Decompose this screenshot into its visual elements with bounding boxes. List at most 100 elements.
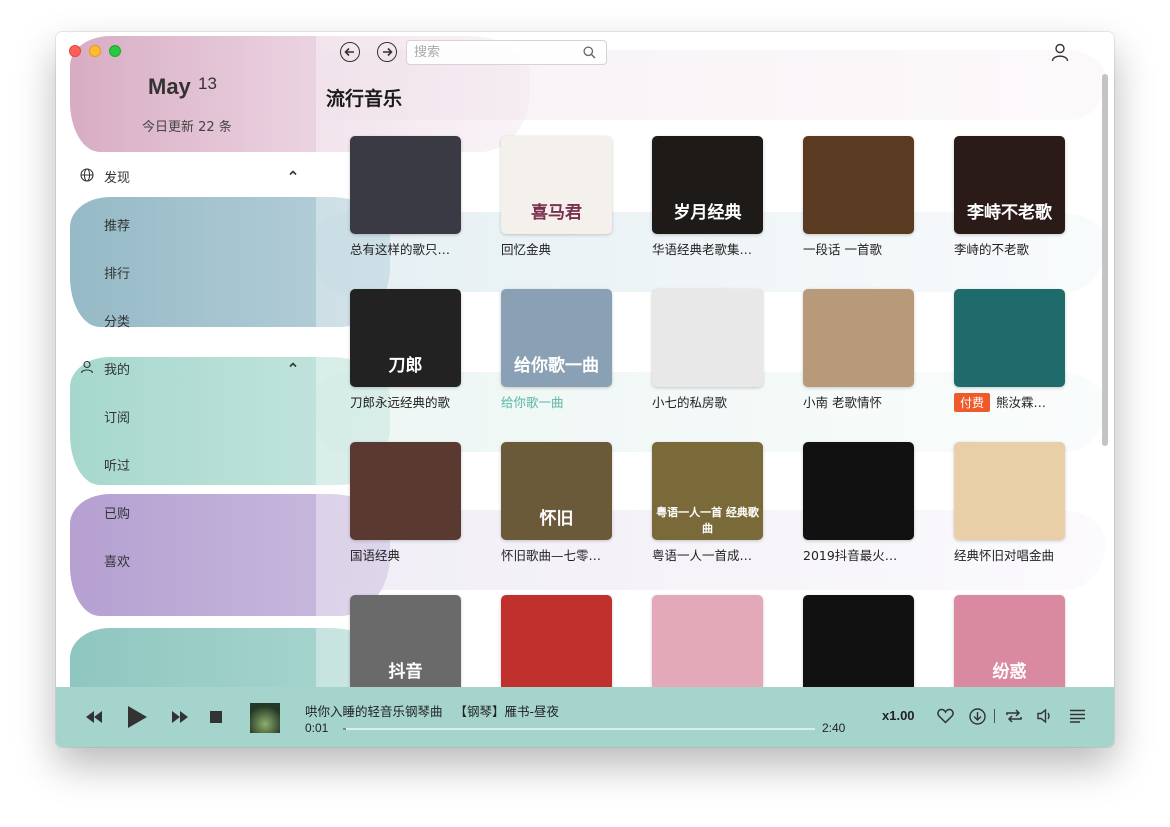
album-title[interactable]: 总有这样的歌只…	[350, 239, 470, 258]
album-cover[interactable]: 抖音	[350, 595, 461, 687]
album-cover[interactable]	[803, 289, 914, 387]
album-card[interactable]: 2019抖音最火…	[799, 432, 914, 572]
today-update-count: 今日更新 22 条	[142, 120, 232, 135]
sidebar-section-label: 我的	[104, 363, 131, 378]
album-card[interactable]: 总有这样的歌只…	[346, 126, 461, 266]
download-icon[interactable]	[969, 708, 986, 725]
album-title[interactable]: 粤语一人一首成…	[652, 545, 772, 564]
album-cover[interactable]	[954, 442, 1065, 540]
album-cover[interactable]	[803, 442, 914, 540]
volume-icon[interactable]	[1036, 708, 1054, 724]
stop-icon[interactable]	[210, 711, 222, 723]
album-title[interactable]: 小南 老歌情怀	[803, 392, 923, 411]
album-title[interactable]: 2019抖音最火…	[803, 545, 923, 564]
previous-track-icon[interactable]	[84, 710, 104, 724]
album-cover[interactable]: 李峙不老歌	[954, 136, 1065, 234]
album-cover[interactable]	[501, 595, 612, 687]
album-card[interactable]: 付费 熊汝霖…	[950, 279, 1065, 419]
album-card[interactable]: 怀旧 怀旧歌曲—七零…	[497, 432, 612, 572]
repeat-icon[interactable]	[1005, 708, 1023, 724]
search-input[interactable]	[414, 44, 574, 61]
minimize-window-button[interactable]	[89, 45, 101, 57]
track-subtitle: 【钢琴】雁书-昼夜	[454, 704, 559, 719]
album-cover[interactable]	[803, 595, 914, 687]
album-card[interactable]: 岁月经典 华语经典老歌集…	[648, 126, 763, 266]
album-cover-text: 刀郎	[388, 356, 423, 376]
album-cover[interactable]: 怀旧	[501, 442, 612, 540]
album-title[interactable]: 付费 熊汝霖…	[954, 392, 1074, 412]
album-cover[interactable]: 纷惑	[954, 595, 1065, 687]
album-card[interactable]: 刀郎刀郎永远经典的歌	[346, 279, 461, 419]
album-cover[interactable]	[652, 595, 763, 687]
sidebar-section-discover[interactable]: 发现	[56, 160, 316, 190]
album-card[interactable]: 粤语一人一首 经典歌曲 粤语一人一首成…	[648, 432, 763, 572]
search-icon[interactable]	[583, 46, 596, 59]
album-title[interactable]: 经典怀旧对唱金曲	[954, 545, 1074, 564]
progress-bar[interactable]	[343, 728, 815, 730]
album-card[interactable]	[799, 585, 914, 687]
album-cover[interactable]	[954, 289, 1065, 387]
sidebar-item-ranking[interactable]: 排行	[56, 256, 316, 286]
playlist-icon[interactable]	[1069, 709, 1086, 723]
chevron-up-icon[interactable]	[288, 168, 298, 178]
chevron-up-icon[interactable]	[288, 360, 298, 370]
sidebar-item-label: 排行	[104, 267, 131, 282]
album-card[interactable]: 小七的私房歌	[648, 279, 763, 419]
heart-icon[interactable]	[937, 708, 954, 724]
album-title[interactable]: 华语经典老歌集…	[652, 239, 772, 258]
album-title[interactable]: 李峙的不老歌	[954, 239, 1074, 258]
album-title[interactable]: 国语经典	[350, 545, 470, 564]
album-cover[interactable]	[350, 442, 461, 540]
album-title[interactable]: 给你歌一曲	[501, 392, 621, 411]
sidebar-item-category[interactable]: 分类	[56, 304, 316, 334]
paid-badge: 付费	[954, 393, 991, 412]
album-card[interactable]: 纷惑	[950, 585, 1065, 687]
sidebar-item-subscribed[interactable]: 订阅	[56, 400, 316, 430]
album-card[interactable]	[497, 585, 612, 687]
album-cover[interactable]: 岁月经典	[652, 136, 763, 234]
album-card[interactable]	[648, 585, 763, 687]
forward-button[interactable]	[377, 42, 397, 62]
sidebar-item-history[interactable]: 听过	[56, 448, 316, 478]
album-card[interactable]: 李峙不老歌 李峙的不老歌	[950, 126, 1065, 266]
playback-speed[interactable]: x1.00	[882, 708, 915, 723]
player-bar: 哄你入睡的轻音乐钢琴曲 【钢琴】雁书-昼夜 0:01 2:40 x1.00	[56, 687, 1114, 747]
album-cover[interactable]: 刀郎	[350, 289, 461, 387]
next-track-icon[interactable]	[170, 710, 190, 724]
album-cover[interactable]: 粤语一人一首 经典歌曲	[652, 442, 763, 540]
album-card[interactable]: 给你歌一曲 给你歌一曲	[497, 279, 612, 419]
sidebar-section-mine[interactable]: 我的	[56, 352, 316, 382]
album-cover[interactable]: 喜马君	[501, 136, 612, 234]
sidebar-item-liked[interactable]: 喜欢	[56, 544, 316, 574]
track-thumbnail[interactable]	[250, 703, 280, 733]
album-cover[interactable]	[652, 289, 763, 387]
album-title[interactable]: 小七的私房歌	[652, 392, 772, 411]
album-card[interactable]: 抖音	[346, 585, 461, 687]
album-cover[interactable]: 给你歌一曲	[501, 289, 612, 387]
sidebar-item-label: 分类	[104, 315, 131, 330]
album-title-text: 刀郎永远经典的歌	[350, 395, 451, 410]
album-card[interactable]: 经典怀旧对唱金曲	[950, 432, 1065, 572]
play-icon[interactable]	[126, 705, 148, 729]
sidebar-item-purchased[interactable]: 已购	[56, 496, 316, 526]
vertical-scrollbar[interactable]	[1102, 74, 1108, 446]
date-month: May	[148, 74, 191, 99]
album-cover[interactable]	[803, 136, 914, 234]
search-box[interactable]	[406, 40, 607, 65]
album-card[interactable]: 一段话 一首歌	[799, 126, 914, 266]
back-button[interactable]	[340, 42, 360, 62]
album-card[interactable]: 喜马君 回忆金典	[497, 126, 612, 266]
album-title[interactable]: 怀旧歌曲—七零…	[501, 545, 621, 564]
album-title[interactable]: 一段话 一首歌	[803, 239, 923, 258]
album-title[interactable]: 回忆金典	[501, 239, 621, 258]
track-name: 哄你入睡的轻音乐钢琴曲	[305, 704, 443, 719]
album-cover[interactable]	[350, 136, 461, 234]
sidebar-item-label: 订阅	[104, 411, 131, 426]
album-card[interactable]: 国语经典	[346, 432, 461, 572]
account-icon[interactable]	[1050, 42, 1070, 62]
close-window-button[interactable]	[69, 45, 81, 57]
album-title[interactable]: 刀郎永远经典的歌	[350, 392, 470, 411]
album-card[interactable]: 小南 老歌情怀	[799, 279, 914, 419]
zoom-window-button[interactable]	[109, 45, 121, 57]
sidebar-item-recommend[interactable]: 推荐	[56, 208, 316, 238]
